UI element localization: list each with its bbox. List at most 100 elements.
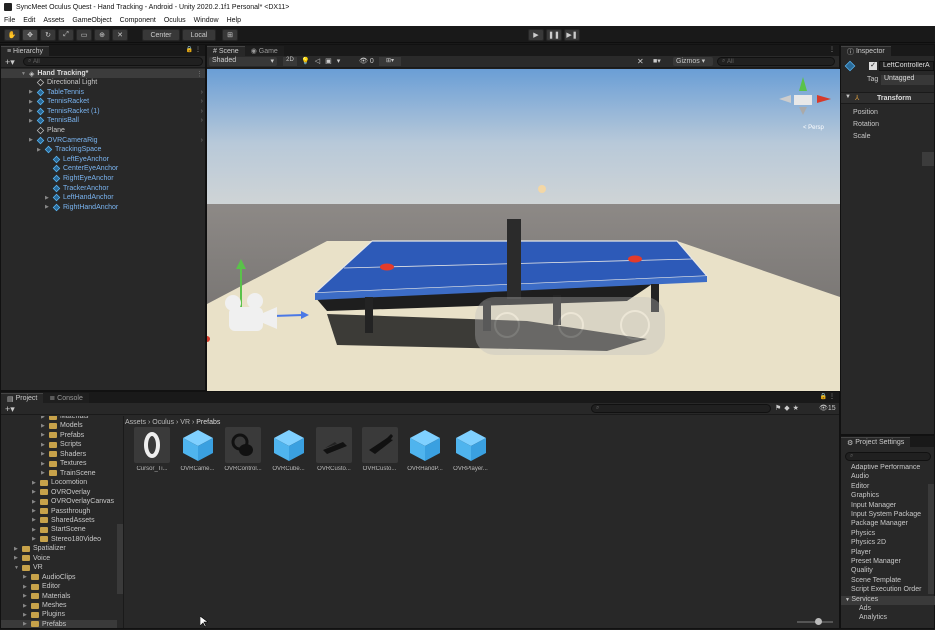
hierarchy-row[interactable]: CenterEyeAnchor [1, 164, 205, 173]
grid-dropdown[interactable]: ⊞▾ [379, 57, 401, 66]
step-button[interactable]: ▶❚ [564, 29, 580, 41]
asset-item[interactable]: OVRCusto... [361, 427, 399, 479]
asset-item[interactable]: OVRCube... [270, 427, 308, 479]
camera-dropdown-icon[interactable]: ■▾ [653, 57, 661, 65]
settings-item[interactable]: Input Manager [851, 502, 896, 511]
folder-tree-item[interactable]: ▶ OVROverlayCanvas [1, 497, 117, 506]
play-button[interactable]: ▶ [528, 29, 544, 41]
light-gizmo-icon[interactable] [538, 185, 546, 193]
folder-tree-item[interactable]: ▶ Passthrough [1, 507, 117, 516]
expand-arrow-icon[interactable]: ▶ [14, 555, 22, 561]
settings-item[interactable]: Quality [851, 567, 873, 576]
menu-oculus[interactable]: Oculus [164, 17, 186, 24]
expand-arrow-icon[interactable]: ▶ [32, 508, 40, 514]
settings-item[interactable]: Physics 2D [851, 539, 886, 548]
asset-item[interactable]: OVRCame... [179, 427, 217, 479]
hidden-objects-toggle[interactable]: 👁 0 [359, 57, 374, 65]
menu-assets[interactable]: Assets [43, 17, 64, 24]
grid-snap-icon[interactable]: ⊞ [222, 29, 238, 41]
hierarchy-row[interactable]: ▶ LeftHandAnchor [1, 193, 205, 202]
settings-item[interactable]: Editor [851, 483, 869, 492]
menu-window[interactable]: Window [194, 17, 219, 24]
expand-arrow-icon[interactable]: ▶ [32, 536, 40, 542]
folder-tree-item[interactable]: ▶ StartScene [1, 525, 117, 534]
scale-tool-icon[interactable]: ⤢ [58, 29, 74, 41]
tab-console[interactable]: ≣ Console [43, 393, 89, 403]
tab-game[interactable]: ◉ Game [244, 46, 284, 56]
settings-item[interactable]: ▼ Services [841, 595, 935, 605]
folder-tree-item[interactable]: ▶ Prefabs [1, 619, 117, 628]
chevron-right-icon[interactable]: › [201, 137, 203, 144]
expand-arrow-icon[interactable]: ▶ [32, 480, 40, 486]
hierarchy-row[interactable]: LeftEyeAnchor [1, 155, 205, 164]
tab-hierarchy[interactable]: ≡ Hierarchy [1, 46, 49, 56]
expand-arrow-icon[interactable]: ▼ [21, 71, 29, 77]
hierarchy-row[interactable]: Plane [1, 126, 205, 135]
chevron-right-icon[interactable]: › [201, 89, 203, 96]
hierarchy-row[interactable]: ▶ TennisRacket (1) › [1, 107, 205, 116]
hierarchy-row[interactable]: TrackerAnchor [1, 184, 205, 193]
expand-arrow-icon[interactable]: ▶ [37, 147, 45, 153]
hierarchy-row[interactable]: ▶ TennisBall › [1, 116, 205, 125]
tag-dropdown[interactable]: Untagged [881, 75, 934, 85]
folder-tree-item[interactable]: ▶ Textures [1, 459, 117, 468]
hierarchy-row[interactable]: ▶ TableTennis › [1, 88, 205, 97]
folder-tree-item[interactable]: ▶ Locomotion [1, 478, 117, 487]
hand-tool-icon[interactable]: ✋ [4, 29, 20, 41]
settings-item[interactable]: Physics [851, 530, 875, 539]
menu-help[interactable]: Help [227, 17, 241, 24]
expand-arrow-icon[interactable]: ▶ [23, 574, 31, 580]
transform-header[interactable]: ▼ ⅄ Transform [841, 92, 934, 104]
folder-tree-item[interactable]: ▶ AudioClips [1, 573, 117, 582]
tools-icon[interactable]: ✕ [637, 57, 644, 66]
chevron-right-icon[interactable]: › [201, 108, 203, 115]
object-name-field[interactable]: LeftControllerA [879, 61, 934, 71]
folder-tree-item[interactable]: ▶ OVROverlay [1, 488, 117, 497]
asset-item[interactable]: OVRCusto... [315, 427, 353, 479]
expand-arrow-icon[interactable]: ▶ [23, 612, 31, 618]
expand-arrow-icon[interactable]: ▶ [14, 546, 22, 552]
settings-scrollbar[interactable] [928, 484, 934, 594]
expand-arrow-icon[interactable]: ▶ [23, 603, 31, 609]
collapse-arrow-icon[interactable]: ▼ [845, 94, 851, 100]
scene-view-toggles[interactable]: 💡◁▣▾ [301, 57, 345, 65]
folder-tree-item[interactable]: ▶ TrainScene [1, 469, 117, 478]
menu-gameobject[interactable]: GameObject [72, 17, 111, 24]
persp-label[interactable]: < Persp [803, 125, 825, 131]
settings-item[interactable]: Analytics [859, 614, 887, 623]
tab-inspector[interactable]: ⓘ Inspector [841, 46, 891, 56]
tab-scene[interactable]: # Scene [207, 46, 245, 56]
folder-tree-item[interactable]: ▶ Prefabs [1, 431, 117, 440]
expand-arrow-icon[interactable]: ▶ [41, 461, 49, 467]
scene-search-input[interactable]: ⌕ All [717, 57, 835, 66]
expand-arrow-icon[interactable]: ▶ [29, 118, 37, 124]
expand-arrow-icon[interactable]: ▶ [32, 489, 40, 495]
hierarchy-row[interactable]: Directional Light [1, 78, 205, 87]
pivot-local-button[interactable]: Local [182, 29, 216, 41]
folder-tree-item[interactable]: ▶ Models [1, 421, 117, 430]
custom-tool-icon[interactable]: ✕ [112, 29, 128, 41]
expand-arrow-icon[interactable]: ▶ [23, 593, 31, 599]
folder-tree-item[interactable]: ▶ Scripts [1, 440, 117, 449]
rect-tool-icon[interactable]: ▭ [76, 29, 92, 41]
expand-arrow-icon[interactable]: ▶ [41, 451, 49, 457]
expand-arrow-icon[interactable]: ▶ [32, 527, 40, 533]
chevron-right-icon[interactable]: › [201, 117, 203, 124]
menu-component[interactable]: Component [120, 17, 156, 24]
gizmos-dropdown[interactable]: Gizmos ▾ [673, 57, 713, 66]
tab-project-settings[interactable]: ⚙ Project Settings [841, 437, 911, 447]
folder-tree-item[interactable]: ▶ Shaders [1, 450, 117, 459]
expand-arrow-icon[interactable]: ▶ [45, 195, 53, 201]
zoom-slider-handle[interactable] [815, 618, 822, 625]
expand-arrow-icon[interactable]: ▼ [14, 565, 22, 571]
folder-tree-item[interactable]: ▶ Materials [1, 592, 117, 601]
transform-tool-icon[interactable]: ⊕ [94, 29, 110, 41]
expand-arrow-icon[interactable]: ▶ [41, 423, 49, 429]
expand-arrow-icon[interactable]: ▶ [29, 99, 37, 105]
toggle-2d-button[interactable]: 2D [283, 57, 297, 66]
expand-arrow-icon[interactable]: ▶ [32, 517, 40, 523]
settings-item[interactable]: Script Execution Order [851, 586, 921, 595]
settings-item[interactable]: Preset Manager [851, 558, 901, 567]
expand-arrow-icon[interactable]: ▶ [41, 432, 49, 438]
scene-viewport[interactable]: < Persp [207, 69, 840, 391]
